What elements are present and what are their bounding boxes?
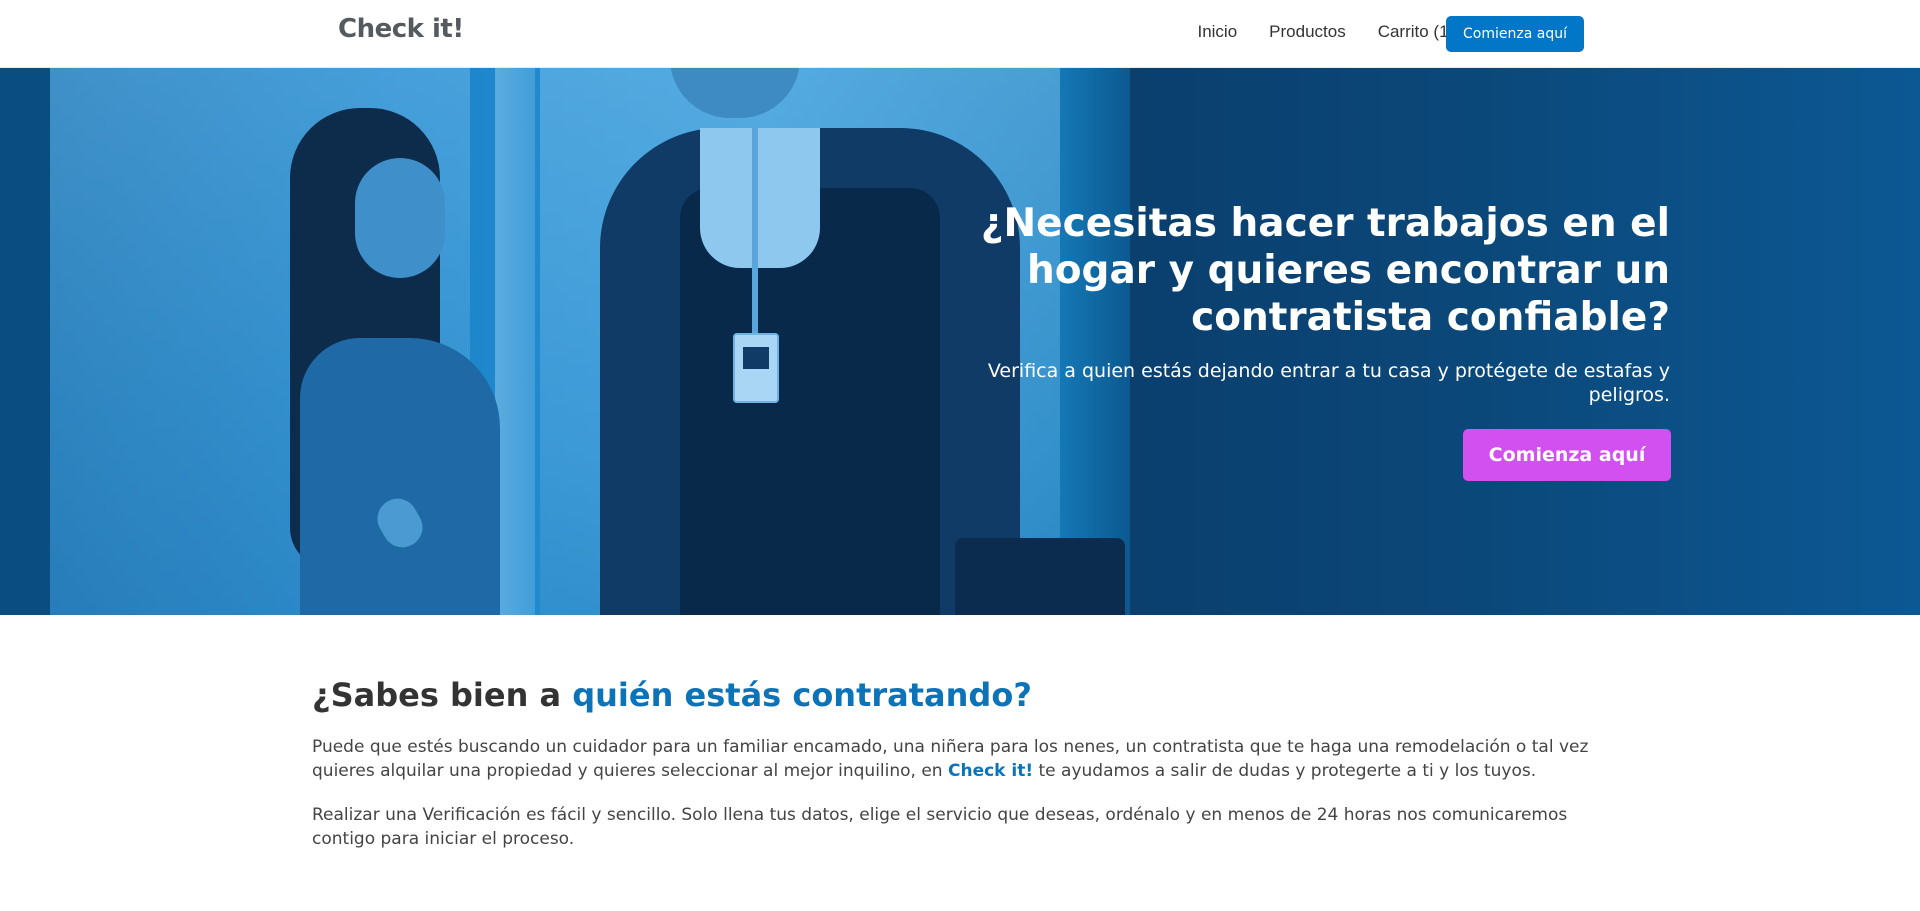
- top-navbar: Check it! Inicio Productos Carrito (1 It…: [0, 0, 1920, 68]
- hero-title: ¿Necesitas hacer trabajos en el hogar y …: [980, 201, 1670, 340]
- hero-image-woman-body: [300, 338, 500, 615]
- section-title-prefix: ¿Sabes bien a: [312, 676, 573, 714]
- nav-link-inicio[interactable]: Inicio: [1197, 22, 1237, 42]
- intro-paragraph-1: Puede que estés buscando un cuidador par…: [312, 735, 1592, 783]
- section-title: ¿Sabes bien a quién estás contratando?: [312, 675, 1612, 715]
- hero-image-toolcase: [955, 538, 1125, 615]
- hero-image-id-badge: [733, 333, 779, 403]
- header-cta-button[interactable]: Comienza aquí: [1446, 16, 1584, 52]
- intro-paragraph-2: Realizar una Verificación es fácil y sen…: [312, 805, 1568, 849]
- brand-logo[interactable]: Check it!: [338, 14, 464, 44]
- hero-image-man-shirt: [700, 128, 820, 268]
- hero-image-lanyard: [752, 128, 758, 338]
- hero-cta-button[interactable]: Comienza aquí: [1463, 429, 1671, 481]
- brand-mention: Check it!: [947, 761, 1034, 781]
- section-title-accent: quién estás contratando?: [572, 676, 1032, 714]
- hero-subtitle: Verifica a quien estás dejando entrar a …: [987, 360, 1670, 406]
- hero-image-door-frame: [495, 68, 535, 615]
- hero-text-block: ¿Necesitas hacer trabajos en el hogar y …: [970, 200, 1670, 407]
- hero-image-woman-face: [355, 158, 445, 278]
- nav-link-productos[interactable]: Productos: [1269, 22, 1346, 42]
- hero-image-edge: [0, 68, 50, 615]
- intro-section: ¿Sabes bien a quién estás contratando? P…: [312, 675, 1612, 851]
- intro-paragraph-1-end: te ayudamos a salir de dudas y protegert…: [1033, 761, 1537, 781]
- hero-banner: ¿Necesitas hacer trabajos en el hogar y …: [0, 68, 1920, 615]
